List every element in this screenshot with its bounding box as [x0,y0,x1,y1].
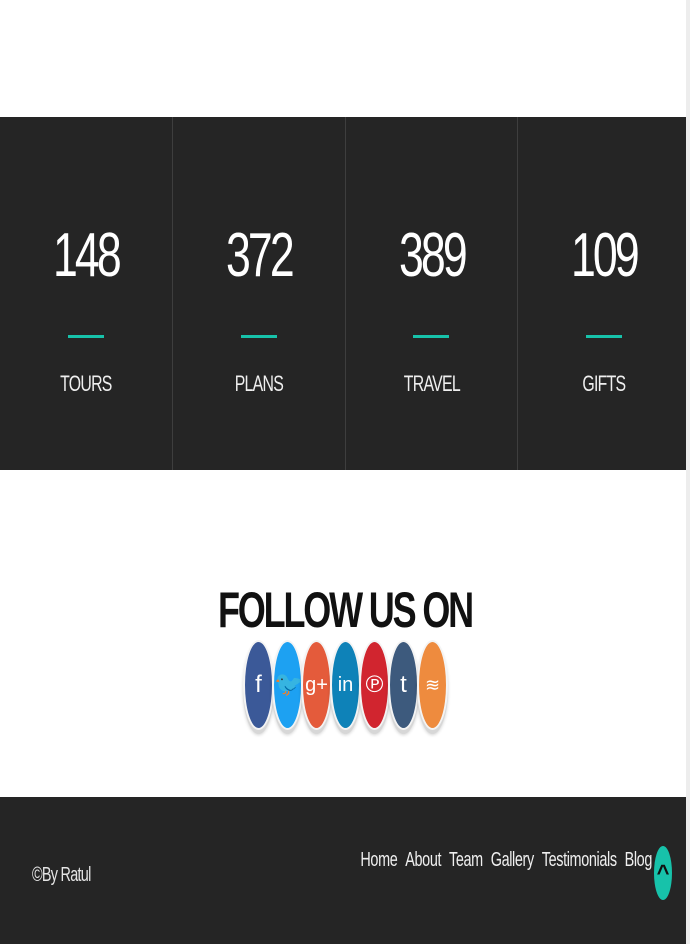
twitter-icon[interactable]: 🐦 [272,640,304,730]
tumblr-icon[interactable]: t [388,640,419,730]
stat-label: PLANS [234,371,283,396]
stat-value: 372 [225,221,295,290]
page: 148 TOURS 372 PLANS 389 TRAVEL 109 GIFTS… [0,0,690,944]
stat-divider [413,335,450,338]
stat-tours: 148 TOURS [0,117,173,470]
footer-nav: Home About Team Gallery Testimonials Blo… [353,849,652,871]
stat-label: TRAVEL [403,371,460,396]
stat-value: 109 [571,221,640,290]
footer-link-blog[interactable]: Blog [625,849,653,871]
stat-divider [240,335,277,338]
footer: ©By Ratul Home About Team Gallery Testim… [0,797,690,944]
stat-travel: 389 TRAVEL [346,117,519,470]
stat-plans: 372 PLANS [173,117,346,470]
pinterest-icon[interactable]: ℗ [359,640,390,730]
footer-link-gallery[interactable]: Gallery [491,849,534,871]
copyright-text: ©By Ratul [32,864,91,886]
linkedin-icon[interactable]: in [330,640,361,730]
stats-section: 148 TOURS 372 PLANS 389 TRAVEL 109 GIFTS [0,117,690,470]
footer-link-testimonials[interactable]: Testimonials [542,849,617,871]
google-plus-icon[interactable]: g+ [301,640,332,730]
facebook-icon[interactable]: f [243,640,274,730]
follow-title: FOLLOW US ON [217,581,474,638]
footer-link-team[interactable]: Team [449,849,483,871]
stat-divider [67,335,104,338]
footer-link-home[interactable]: Home [360,849,397,871]
stat-label: GIFTS [582,371,627,396]
rss-icon[interactable]: ≋ [417,640,448,730]
stat-label: TOURS [60,371,112,396]
stat-value: 389 [398,221,467,290]
scrollbar-gutter [686,0,690,944]
footer-link-about[interactable]: About [405,849,441,871]
top-blank-area [0,0,690,117]
back-to-top-button[interactable]: ^ [654,846,672,900]
stat-divider [586,335,623,338]
social-icons-row: f 🐦 g+ in ℗ t ≋ [243,640,453,732]
stat-value: 148 [52,221,122,290]
follow-section: FOLLOW US ON f 🐦 g+ in ℗ t ≋ [0,470,690,797]
stat-gifts: 109 GIFTS [518,117,690,470]
